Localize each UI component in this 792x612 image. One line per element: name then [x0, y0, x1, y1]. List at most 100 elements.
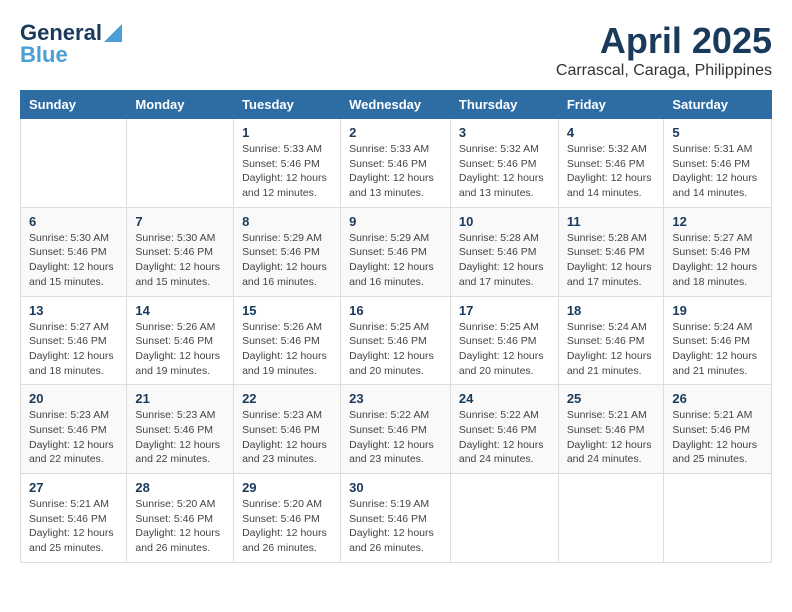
- header-wednesday: Wednesday: [341, 91, 451, 119]
- day-number: 21: [135, 391, 225, 406]
- calendar-cell: 14 Sunrise: 5:26 AM Sunset: 5:46 PM Dayli…: [127, 296, 234, 385]
- calendar-cell: 19 Sunrise: 5:24 AM Sunset: 5:46 PM Dayli…: [664, 296, 772, 385]
- calendar-cell: [127, 119, 234, 208]
- calendar-cell: 11Sunrise: 5:28 AM Sunset: 5:46 PM Dayli…: [558, 207, 664, 296]
- calendar-table: Sunday Monday Tuesday Wednesday Thursday…: [20, 90, 772, 563]
- calendar-cell: 26Sunrise: 5:21 AM Sunset: 5:46 PM Dayli…: [664, 385, 772, 474]
- day-info: Sunrise: 5:20 AM Sunset: 5:46 PM Dayligh…: [135, 497, 225, 556]
- calendar-cell: 27 Sunrise: 5:21 AM Sunset: 5:46 PM Dayli…: [21, 474, 127, 563]
- day-number: 18: [567, 303, 656, 318]
- day-number: 9: [349, 214, 442, 229]
- day-number: 28: [135, 480, 225, 495]
- header-friday: Friday: [558, 91, 664, 119]
- day-info: Sunrise: 5:32 AM Sunset: 5:46 PM Dayligh…: [567, 142, 656, 201]
- day-info: Sunrise: 5:27 AM Sunset: 5:46 PM Dayligh…: [672, 231, 763, 290]
- day-info: Sunrise: 5:21 AM Sunset: 5:46 PM Dayligh…: [567, 408, 656, 467]
- day-number: 4: [567, 125, 656, 140]
- calendar-cell: [664, 474, 772, 563]
- day-info: Sunrise: 5:29 AM Sunset: 5:46 PM Dayligh…: [242, 231, 332, 290]
- calendar-cell: 1Sunrise: 5:33 AM Sunset: 5:46 PM Daylig…: [234, 119, 341, 208]
- day-info: Sunrise: 5:26 AM Sunset: 5:46 PM Dayligh…: [135, 320, 225, 379]
- logo-blue: Blue: [20, 42, 68, 68]
- day-info: Sunrise: 5:19 AM Sunset: 5:46 PM Dayligh…: [349, 497, 442, 556]
- calendar-cell: 21 Sunrise: 5:23 AM Sunset: 5:46 PM Dayli…: [127, 385, 234, 474]
- calendar-cell: 20 Sunrise: 5:23 AM Sunset: 5:46 PM Dayli…: [21, 385, 127, 474]
- day-info: Sunrise: 5:23 AM Sunset: 5:46 PM Dayligh…: [135, 408, 225, 467]
- day-info: Sunrise: 5:32 AM Sunset: 5:46 PM Dayligh…: [459, 142, 550, 201]
- calendar-cell: 3 Sunrise: 5:32 AM Sunset: 5:46 PM Daylig…: [450, 119, 558, 208]
- page-header: General Blue April 2025 Carrascal, Carag…: [20, 20, 772, 80]
- day-number: 10: [459, 214, 550, 229]
- day-number: 12: [672, 214, 763, 229]
- calendar-cell: 18 Sunrise: 5:24 AM Sunset: 5:46 PM Dayli…: [558, 296, 664, 385]
- day-info: Sunrise: 5:21 AM Sunset: 5:46 PM Dayligh…: [672, 408, 763, 467]
- day-info: Sunrise: 5:26 AM Sunset: 5:46 PM Dayligh…: [242, 320, 332, 379]
- calendar-cell: 8Sunrise: 5:29 AM Sunset: 5:46 PM Daylig…: [234, 207, 341, 296]
- day-info: Sunrise: 5:23 AM Sunset: 5:46 PM Dayligh…: [29, 408, 118, 467]
- day-info: Sunrise: 5:31 AM Sunset: 5:46 PM Dayligh…: [672, 142, 763, 201]
- day-number: 24: [459, 391, 550, 406]
- calendar-cell: 9 Sunrise: 5:29 AM Sunset: 5:46 PM Daylig…: [341, 207, 451, 296]
- header-tuesday: Tuesday: [234, 91, 341, 119]
- calendar-cell: [450, 474, 558, 563]
- day-info: Sunrise: 5:20 AM Sunset: 5:46 PM Dayligh…: [242, 497, 332, 556]
- day-number: 7: [135, 214, 225, 229]
- day-number: 19: [672, 303, 763, 318]
- day-info: Sunrise: 5:23 AM Sunset: 5:46 PM Dayligh…: [242, 408, 332, 467]
- day-info: Sunrise: 5:24 AM Sunset: 5:46 PM Dayligh…: [672, 320, 763, 379]
- header-sunday: Sunday: [21, 91, 127, 119]
- header-thursday: Thursday: [450, 91, 558, 119]
- weekday-header-row: Sunday Monday Tuesday Wednesday Thursday…: [21, 91, 772, 119]
- title-section: April 2025 Carrascal, Caraga, Philippine…: [556, 20, 772, 80]
- logo: General Blue: [20, 20, 122, 68]
- calendar-cell: [558, 474, 664, 563]
- day-info: Sunrise: 5:28 AM Sunset: 5:46 PM Dayligh…: [459, 231, 550, 290]
- calendar-week-row-1: 6Sunrise: 5:30 AM Sunset: 5:46 PM Daylig…: [21, 207, 772, 296]
- calendar-cell: 24Sunrise: 5:22 AM Sunset: 5:46 PM Dayli…: [450, 385, 558, 474]
- day-info: Sunrise: 5:29 AM Sunset: 5:46 PM Dayligh…: [349, 231, 442, 290]
- day-number: 11: [567, 214, 656, 229]
- day-info: Sunrise: 5:21 AM Sunset: 5:46 PM Dayligh…: [29, 497, 118, 556]
- day-number: 29: [242, 480, 332, 495]
- day-number: 17: [459, 303, 550, 318]
- calendar-cell: 6Sunrise: 5:30 AM Sunset: 5:46 PM Daylig…: [21, 207, 127, 296]
- day-number: 13: [29, 303, 118, 318]
- day-info: Sunrise: 5:33 AM Sunset: 5:46 PM Dayligh…: [349, 142, 442, 201]
- day-number: 16: [349, 303, 442, 318]
- day-number: 5: [672, 125, 763, 140]
- calendar-cell: 17 Sunrise: 5:25 AM Sunset: 5:46 PM Dayli…: [450, 296, 558, 385]
- calendar-cell: 30Sunrise: 5:19 AM Sunset: 5:46 PM Dayli…: [341, 474, 451, 563]
- day-info: Sunrise: 5:25 AM Sunset: 5:46 PM Dayligh…: [349, 320, 442, 379]
- day-info: Sunrise: 5:25 AM Sunset: 5:46 PM Dayligh…: [459, 320, 550, 379]
- day-number: 22: [242, 391, 332, 406]
- month-title: April 2025: [556, 20, 772, 62]
- calendar-week-row-0: 1Sunrise: 5:33 AM Sunset: 5:46 PM Daylig…: [21, 119, 772, 208]
- calendar-cell: 4 Sunrise: 5:32 AM Sunset: 5:46 PM Daylig…: [558, 119, 664, 208]
- header-monday: Monday: [127, 91, 234, 119]
- header-saturday: Saturday: [664, 91, 772, 119]
- day-info: Sunrise: 5:22 AM Sunset: 5:46 PM Dayligh…: [349, 408, 442, 467]
- calendar-cell: 5 Sunrise: 5:31 AM Sunset: 5:46 PM Daylig…: [664, 119, 772, 208]
- calendar-cell: 7 Sunrise: 5:30 AM Sunset: 5:46 PM Daylig…: [127, 207, 234, 296]
- calendar-cell: 10 Sunrise: 5:28 AM Sunset: 5:46 PM Dayli…: [450, 207, 558, 296]
- calendar-cell: 22 Sunrise: 5:23 AM Sunset: 5:46 PM Dayli…: [234, 385, 341, 474]
- day-number: 20: [29, 391, 118, 406]
- day-number: 2: [349, 125, 442, 140]
- day-number: 25: [567, 391, 656, 406]
- calendar-cell: 15 Sunrise: 5:26 AM Sunset: 5:46 PM Dayli…: [234, 296, 341, 385]
- day-number: 27: [29, 480, 118, 495]
- calendar-cell: 23 Sunrise: 5:22 AM Sunset: 5:46 PM Dayli…: [341, 385, 451, 474]
- day-number: 3: [459, 125, 550, 140]
- day-number: 15: [242, 303, 332, 318]
- day-number: 23: [349, 391, 442, 406]
- calendar-cell: 2 Sunrise: 5:33 AM Sunset: 5:46 PM Daylig…: [341, 119, 451, 208]
- calendar-cell: 12 Sunrise: 5:27 AM Sunset: 5:46 PM Dayli…: [664, 207, 772, 296]
- day-info: Sunrise: 5:30 AM Sunset: 5:46 PM Dayligh…: [135, 231, 225, 290]
- day-info: Sunrise: 5:24 AM Sunset: 5:46 PM Dayligh…: [567, 320, 656, 379]
- location-title: Carrascal, Caraga, Philippines: [556, 62, 772, 80]
- calendar-week-row-3: 20 Sunrise: 5:23 AM Sunset: 5:46 PM Dayli…: [21, 385, 772, 474]
- logo-triangle-icon: [104, 24, 122, 42]
- day-number: 14: [135, 303, 225, 318]
- calendar-cell: 28 Sunrise: 5:20 AM Sunset: 5:46 PM Dayli…: [127, 474, 234, 563]
- calendar-cell: [21, 119, 127, 208]
